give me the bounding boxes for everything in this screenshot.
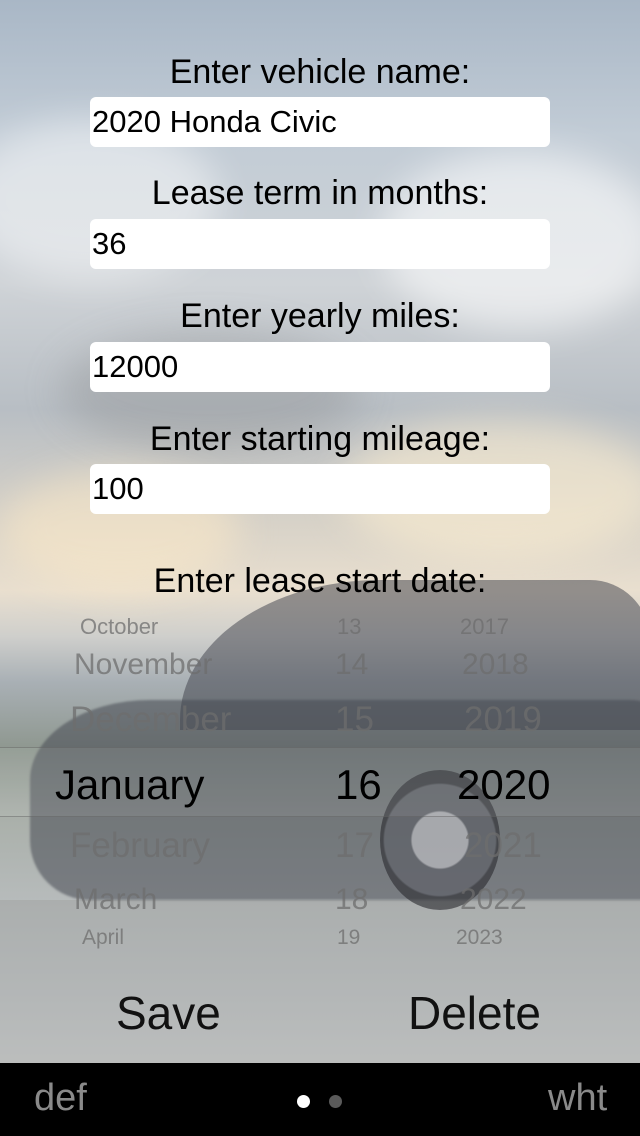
yearly-miles-input[interactable]: 12000 (90, 342, 550, 392)
vehicle-name-input[interactable]: 2020 Honda Civic (90, 97, 550, 147)
tab-right-label[interactable]: wht (548, 1077, 607, 1120)
picker-month-option[interactable]: November (74, 648, 212, 682)
picker-year-option[interactable]: 2019 (464, 700, 542, 740)
picker-year-column[interactable]: 2017 2018 2019 2020 2021 2022 2023 (440, 600, 630, 960)
screen: Enter vehicle name: 2020 Honda Civic Lea… (0, 0, 640, 1136)
picker-year-option[interactable]: 2017 (460, 614, 509, 640)
save-button[interactable]: Save (110, 985, 227, 1041)
lease-term-input[interactable]: 36 (90, 219, 550, 269)
picker-month-option[interactable]: April (82, 926, 124, 950)
starting-mileage-label: Enter starting mileage: (149, 420, 491, 458)
vehicle-name-label: Enter vehicle name: (169, 53, 471, 91)
picker-year-option[interactable]: 2021 (464, 826, 542, 866)
lease-term-label: Lease term in months: (151, 174, 489, 212)
page-dot[interactable] (329, 1095, 342, 1108)
picker-day-option[interactable]: 14 (335, 648, 368, 682)
picker-month-option[interactable]: March (74, 883, 157, 917)
lease-start-date-label: Enter lease start date: (153, 562, 487, 600)
picker-day-option[interactable]: 19 (337, 926, 360, 950)
picker-day-option[interactable]: 17 (335, 826, 374, 866)
picker-month-option[interactable]: February (70, 826, 210, 866)
picker-month-selected[interactable]: January (55, 761, 204, 809)
picker-month-option[interactable]: October (80, 614, 158, 640)
bottom-bar: def wht (0, 1063, 640, 1136)
picker-day-option[interactable]: 15 (335, 700, 374, 740)
picker-month-column[interactable]: October November December January Februa… (0, 600, 290, 960)
tab-left-label[interactable]: def (34, 1077, 87, 1120)
picker-year-selected[interactable]: 2020 (457, 761, 550, 809)
page-dot-active[interactable] (297, 1095, 310, 1108)
yearly-miles-label: Enter yearly miles: (180, 297, 460, 335)
picker-month-option[interactable]: December (70, 700, 231, 740)
picker-day-option[interactable]: 18 (335, 883, 368, 917)
picker-day-selected[interactable]: 16 (335, 761, 382, 809)
picker-year-option[interactable]: 2018 (462, 648, 529, 682)
picker-year-option[interactable]: 2022 (460, 883, 527, 917)
picker-day-option[interactable]: 13 (337, 614, 361, 640)
date-picker[interactable]: October November December January Februa… (0, 600, 640, 960)
delete-button[interactable]: Delete (402, 985, 547, 1041)
picker-day-column[interactable]: 13 14 15 16 17 18 19 (300, 600, 420, 960)
picker-year-option[interactable]: 2023 (456, 926, 503, 950)
starting-mileage-input[interactable]: 100 (90, 464, 550, 514)
